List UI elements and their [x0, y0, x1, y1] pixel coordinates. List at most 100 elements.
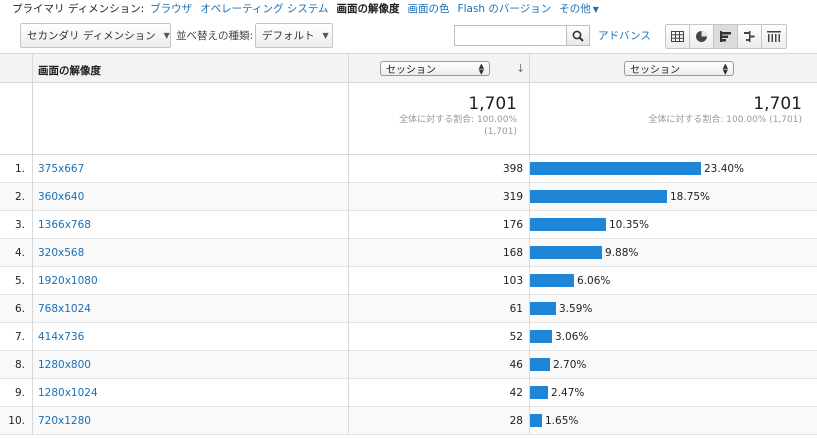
sessions-value: 103	[502, 275, 523, 287]
metric-select-right[interactable]: セッション ▲ ▼	[624, 61, 734, 76]
share-percent: 2.47%	[551, 387, 585, 399]
chevron-down-icon: ▼	[592, 4, 599, 14]
resolution-link[interactable]: 720x1280	[38, 415, 91, 427]
bar-chart-icon	[720, 31, 731, 42]
table-row: 7. 414x736 52 3.06%	[0, 323, 817, 351]
share-percent: 9.88%	[605, 247, 639, 259]
performance-view-button[interactable]	[714, 25, 738, 48]
total-share-right: 全体に対する割合: 100.00% (1,701)	[648, 115, 802, 125]
dimension-option-other[interactable]: その他 ▼	[559, 1, 599, 16]
search-button[interactable]	[566, 26, 589, 45]
dimension-option-screen-colors[interactable]: 画面の色	[408, 1, 450, 16]
comparison-view-button[interactable]	[738, 25, 762, 48]
column-divider	[348, 54, 349, 82]
view-switcher	[665, 24, 787, 49]
table-toolbar: セカンダリ ディメンション ▼ 並べ替えの種類: デフォルト ▼ アドバンス	[0, 21, 817, 49]
sessions-value: 398	[502, 163, 523, 175]
share-percent: 2.70%	[553, 359, 587, 371]
sessions-value: 168	[502, 247, 523, 259]
metric-select-left-label: セッション	[386, 65, 436, 76]
column-divider	[32, 295, 33, 323]
share-percent: 1.65%	[545, 415, 579, 427]
resolution-link[interactable]: 360x640	[38, 191, 84, 203]
comparison-icon	[744, 31, 755, 42]
share-bar	[530, 330, 552, 343]
share-percent: 6.06%	[577, 275, 611, 287]
updown-arrow-icon: ▲ ▼	[722, 61, 728, 76]
pivot-table-icon	[767, 31, 781, 42]
dimension-option-flash-version[interactable]: Flash のバージョン	[458, 1, 552, 16]
share-bar	[530, 218, 606, 231]
resolution-link[interactable]: 1280x800	[38, 359, 91, 371]
row-index: 5.	[14, 275, 25, 287]
dimension-column-header[interactable]: 画面の解像度	[38, 63, 101, 78]
resolution-link[interactable]: 414x736	[38, 331, 84, 343]
resolution-link[interactable]: 1920x1080	[38, 275, 98, 287]
pie-view-button[interactable]	[690, 25, 714, 48]
column-divider	[32, 323, 33, 351]
advanced-filter-link[interactable]: アドバンス	[598, 28, 651, 43]
totals-row: 1,701 全体に対する割合: 100.00% (1,701) 1,701 全体…	[0, 83, 817, 155]
dimension-option-screen-resolution[interactable]: 画面の解像度	[337, 1, 400, 16]
secondary-dimension-label: セカンダリ ディメンション	[27, 30, 156, 42]
sessions-value: 52	[509, 331, 523, 343]
search-input[interactable]	[457, 28, 563, 43]
pie-chart-icon	[696, 31, 707, 42]
chevron-down-icon: ▼	[322, 31, 329, 40]
share-percent: 3.59%	[559, 303, 593, 315]
sort-type-select[interactable]: デフォルト ▼	[255, 23, 333, 48]
table-grid-icon	[671, 31, 684, 42]
search-icon	[572, 30, 584, 42]
column-divider	[32, 183, 33, 211]
total-sessions-left: 1,701	[468, 94, 517, 114]
row-index: 3.	[14, 219, 25, 231]
share-percent: 18.75%	[670, 191, 711, 203]
sessions-value: 176	[502, 219, 523, 231]
column-divider	[32, 211, 33, 239]
column-divider	[529, 54, 530, 82]
table-header: 画面の解像度 セッション ▲ ▼ ↓ セッション ▲ ▼	[0, 53, 817, 83]
row-index: 9.	[14, 387, 25, 399]
column-divider	[348, 83, 349, 154]
resolution-link[interactable]: 768x1024	[38, 303, 91, 315]
sort-type-label: 並べ替えの種類:	[176, 30, 254, 42]
metric-select-right-label: セッション	[630, 65, 680, 76]
table-row: 5. 1920x1080 103 6.06%	[0, 267, 817, 295]
total-share-left: 全体に対する割合: 100.00%	[399, 115, 517, 125]
share-percent: 23.40%	[704, 163, 745, 175]
column-divider	[32, 351, 33, 379]
sessions-value: 61	[509, 303, 523, 315]
share-bar	[530, 414, 542, 427]
table-search	[454, 25, 590, 46]
dimension-option-browser[interactable]: ブラウザ	[150, 1, 192, 16]
sessions-value: 28	[509, 415, 523, 427]
row-index: 1.	[14, 163, 25, 175]
share-bar	[530, 246, 602, 259]
dimension-option-os[interactable]: オペレーティング システム	[200, 1, 328, 16]
resolution-link[interactable]: 320x568	[38, 247, 84, 259]
row-index: 7.	[14, 331, 25, 343]
table-row: 4. 320x568 168 9.88%	[0, 239, 817, 267]
table-view-button[interactable]	[666, 25, 690, 48]
metric-select-left[interactable]: セッション ▲ ▼	[380, 61, 490, 76]
sort-descending-icon[interactable]: ↓	[516, 62, 525, 75]
share-bar	[530, 358, 550, 371]
sort-type-value: デフォルト	[262, 30, 315, 42]
table-row: 2. 360x640 319 18.75%	[0, 183, 817, 211]
row-index: 4.	[14, 247, 25, 259]
resolution-link[interactable]: 375x667	[38, 163, 84, 175]
dimension-option-other-label: その他	[559, 2, 591, 15]
resolution-link[interactable]: 1280x1024	[38, 387, 98, 399]
share-bar	[530, 386, 548, 399]
pivot-view-button[interactable]	[762, 25, 786, 48]
resolution-link[interactable]: 1366x768	[38, 219, 91, 231]
share-percent: 10.35%	[609, 219, 650, 231]
sessions-value: 319	[502, 191, 523, 203]
share-bar	[530, 302, 556, 315]
table-row: 3. 1366x768 176 10.35%	[0, 211, 817, 239]
column-divider	[32, 83, 33, 154]
primary-dimension-bar: プライマリ ディメンション: ブラウザ オペレーティング システム 画面の解像度…	[0, 0, 817, 16]
totals-right: 1,701 全体に対する割合: 100.00% (1,701)	[540, 94, 802, 126]
secondary-dimension-select[interactable]: セカンダリ ディメンション ▼	[20, 23, 171, 48]
table-row: 1. 375x667 398 23.40%	[0, 155, 817, 183]
